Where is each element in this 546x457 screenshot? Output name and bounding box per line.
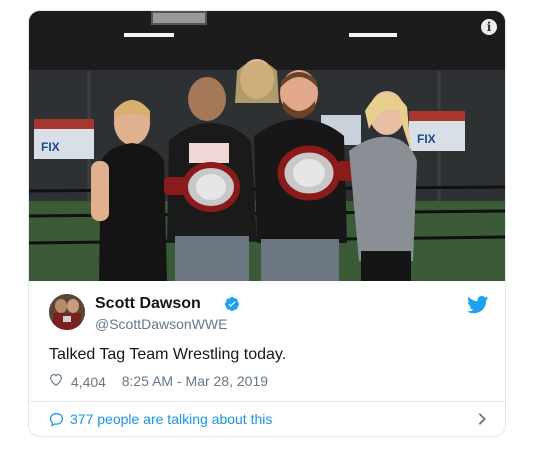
chevron-right-icon[interactable] — [477, 412, 487, 426]
tweet-card[interactable]: FIX FIX i Scott Dawson @ScottDawsonWWE T… — [28, 10, 506, 437]
banner-right-text: FIX — [417, 132, 436, 146]
conversation-text[interactable]: 377 people are talking about this — [70, 411, 272, 427]
info-icon[interactable]: i — [481, 19, 497, 35]
tweet-header: Scott Dawson @ScottDawsonWWE — [49, 294, 489, 334]
photo-scene: FIX FIX — [29, 11, 505, 281]
speech-bubble-icon — [49, 412, 64, 427]
author-handle[interactable]: @ScottDawsonWWE — [95, 316, 227, 332]
divider — [29, 401, 505, 402]
twitter-bird-icon[interactable] — [467, 296, 489, 314]
tweet-text: Talked Tag Team Wrestling today. — [49, 346, 287, 363]
verified-badge-icon — [225, 297, 240, 311]
banner-left-text: FIX — [41, 140, 60, 154]
tweet-meta: 4,404 8:25 AM - Mar 28, 2019 — [49, 372, 268, 392]
tweet-photo[interactable]: FIX FIX i — [29, 11, 505, 281]
heart-icon — [50, 373, 62, 386]
conversation-link[interactable]: 377 people are talking about this — [49, 409, 489, 431]
author-name[interactable]: Scott Dawson — [95, 295, 201, 313]
avatar[interactable] — [49, 294, 85, 330]
like-button[interactable]: 4,404 — [49, 373, 106, 390]
tweet-timestamp[interactable]: 8:25 AM - Mar 28, 2019 — [122, 373, 268, 389]
like-count: 4,404 — [70, 373, 106, 390]
